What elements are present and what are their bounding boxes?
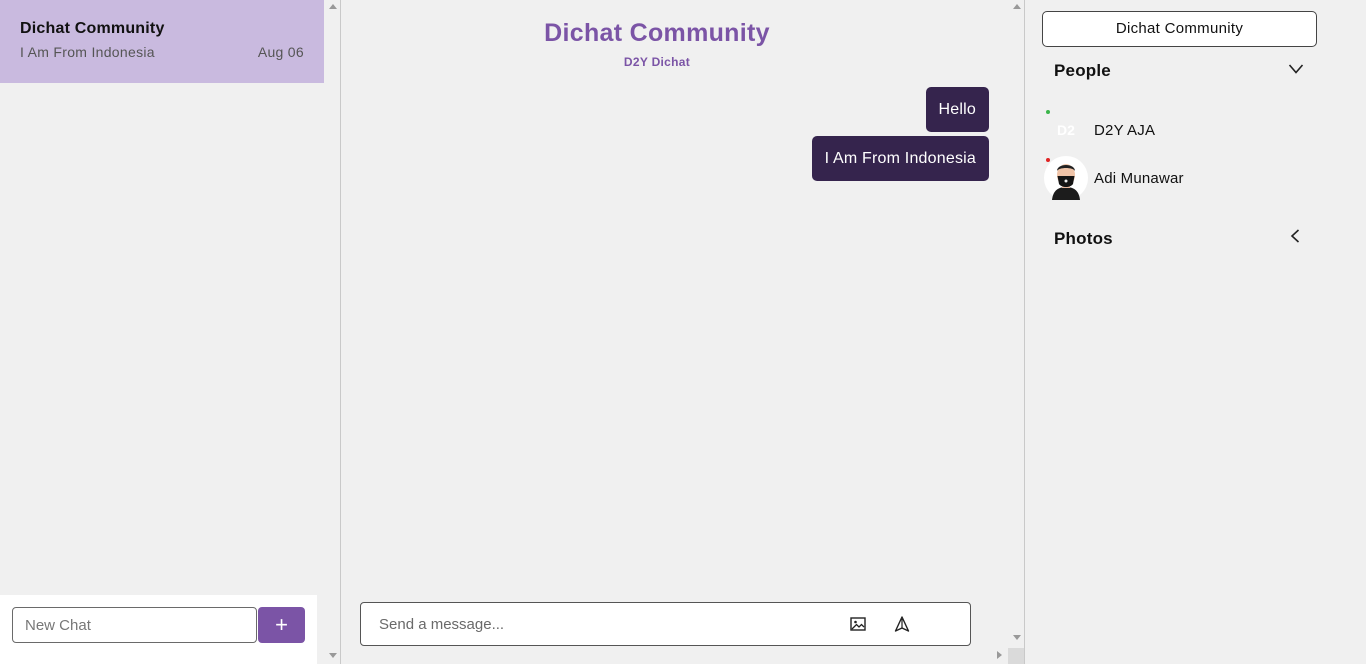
chevron-left-icon[interactable] bbox=[1288, 228, 1304, 249]
chat-list-scrollbar[interactable] bbox=[325, 0, 340, 664]
chat-item-title: Dichat Community bbox=[20, 20, 165, 37]
person-item[interactable]: Adi Munawar bbox=[1044, 156, 1184, 200]
image-icon[interactable] bbox=[848, 614, 868, 634]
chevron-down-icon[interactable] bbox=[1288, 62, 1304, 80]
photos-section-title: Photos bbox=[1054, 228, 1113, 248]
room-name-button[interactable]: Dichat Community bbox=[1042, 11, 1317, 47]
photos-section-header[interactable]: Photos bbox=[1054, 228, 1304, 249]
person-avatar-icon bbox=[1044, 156, 1088, 200]
room-title: Dichat Community bbox=[544, 19, 770, 47]
add-chat-button[interactable]: + bbox=[258, 607, 305, 643]
message-input[interactable] bbox=[362, 604, 832, 644]
chat-item-meta: I Am From Indonesia Aug 06 bbox=[20, 44, 304, 60]
scroll-right-icon[interactable] bbox=[997, 651, 1002, 659]
scroll-down-icon[interactable] bbox=[329, 653, 337, 658]
online-status-dot bbox=[1046, 110, 1050, 114]
message-composer bbox=[360, 602, 971, 646]
avatar bbox=[1044, 156, 1088, 200]
chat-item-date: Aug 06 bbox=[257, 44, 304, 60]
chat-item-last-message: I Am From Indonesia bbox=[20, 44, 155, 60]
scroll-up-icon[interactable] bbox=[1013, 4, 1021, 9]
avatar: D2 bbox=[1044, 108, 1088, 152]
message-bubble: I Am From Indonesia bbox=[811, 136, 989, 181]
people-section-header[interactable]: People bbox=[1054, 61, 1304, 81]
person-name: Adi Munawar bbox=[1094, 169, 1184, 187]
send-icon[interactable] bbox=[892, 614, 912, 634]
plus-icon: + bbox=[275, 612, 288, 637]
room-subtitle: D2Y Dichat bbox=[623, 55, 691, 69]
new-chat-form: + bbox=[0, 595, 317, 664]
person-item[interactable]: D2 D2Y AJA bbox=[1044, 108, 1155, 152]
chat-details-panel: Dichat Community People D2 D2Y AJA Adi M… bbox=[1026, 0, 1366, 664]
app-root: Dichat Community I Am From Indonesia Aug… bbox=[0, 0, 1366, 664]
scroll-down-icon[interactable] bbox=[1013, 635, 1021, 640]
offline-status-dot bbox=[1046, 158, 1050, 162]
scrollbar-thumb[interactable] bbox=[1008, 648, 1024, 664]
chat-list-panel: Dichat Community I Am From Indonesia Aug… bbox=[0, 0, 341, 664]
person-name: D2Y AJA bbox=[1094, 121, 1156, 139]
new-chat-input[interactable] bbox=[12, 607, 257, 643]
scroll-up-icon[interactable] bbox=[329, 4, 337, 9]
people-section-title: People bbox=[1054, 61, 1111, 80]
message-bubble: Hello bbox=[925, 87, 989, 132]
avatar-initials: D2 bbox=[1057, 122, 1075, 138]
chat-feed-panel: Dichat Community D2Y Dichat Hello I Am F… bbox=[342, 0, 1025, 664]
chat-feed-scrollbar[interactable] bbox=[1009, 0, 1024, 664]
chat-list-item[interactable]: Dichat Community I Am From Indonesia Aug… bbox=[0, 0, 324, 83]
